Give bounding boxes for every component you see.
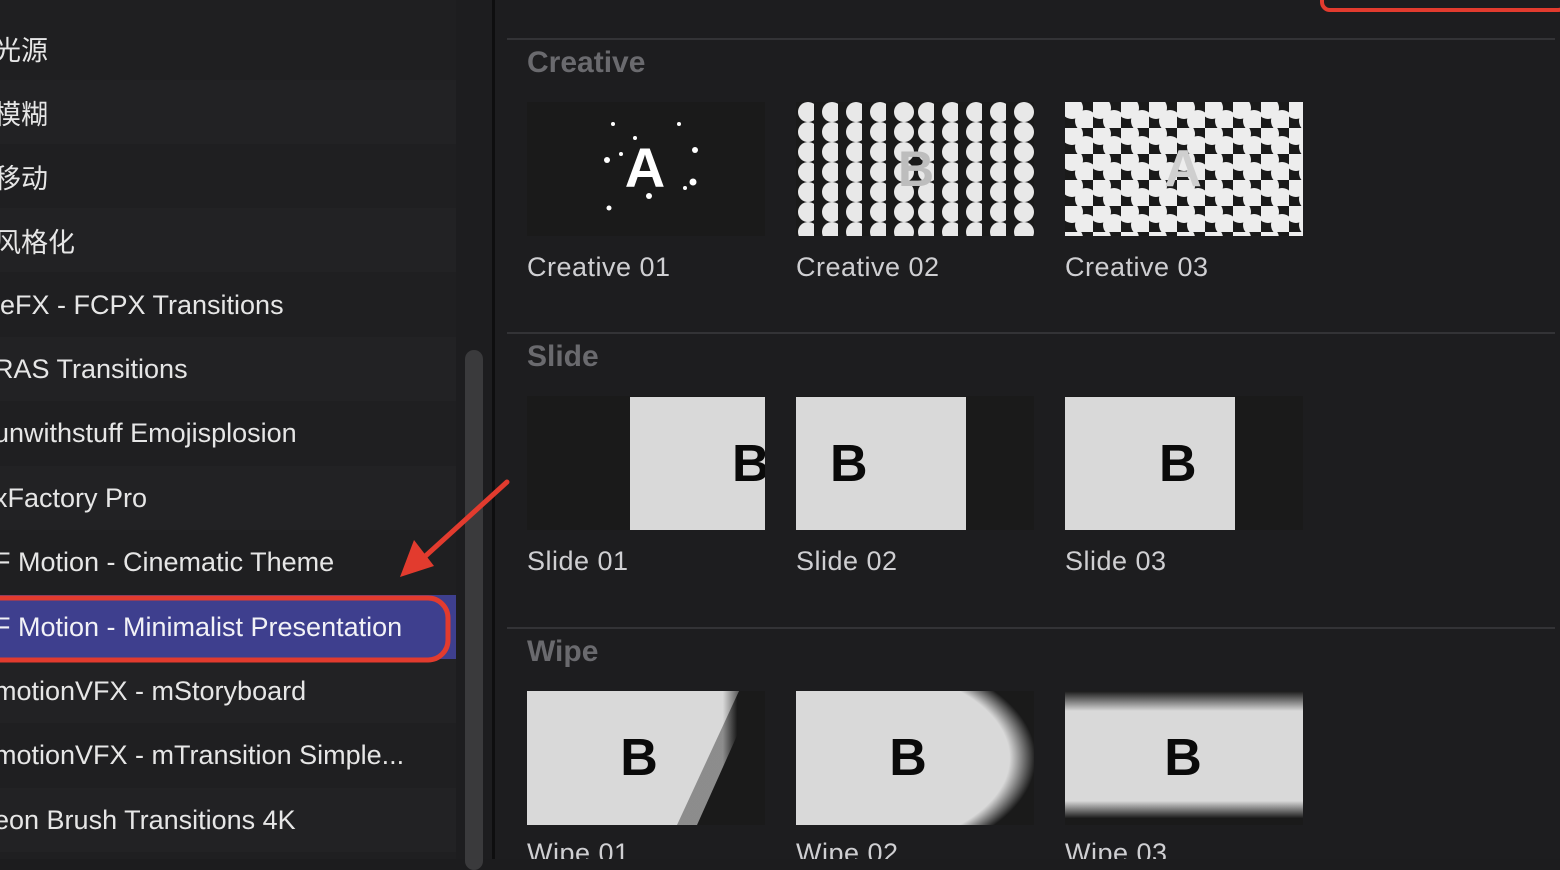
section-title-slide: Slide — [527, 340, 599, 373]
sidebar-item-label: F Motion - Minimalist Presentation — [0, 611, 403, 642]
thumb-glyph: B — [1164, 729, 1202, 787]
sidebar-item-xfactory-pro[interactable]: xFactory Pro — [0, 466, 456, 530]
sidebar-item-emojisplosion[interactable]: unwithstuff Emojisplosion — [0, 401, 456, 465]
thumb-slide-02[interactable]: B — [796, 396, 1034, 530]
transitions-sidebar: 光源 模糊 移动 风格化 leFX - FCPX Transitions RAS… — [0, 0, 456, 859]
thumb-glyph: B — [620, 729, 658, 787]
sidebar-item-label: xFactory Pro — [0, 482, 148, 513]
creative-01-preview: A — [527, 102, 765, 236]
thumb-wipe-03[interactable]: B — [1065, 691, 1303, 825]
thumb-label: Wipe 02 — [796, 838, 899, 859]
thumb-creative-02[interactable]: B — [796, 102, 1034, 236]
thumb-label: Slide 01 — [527, 546, 629, 576]
thumb-label: Creative 01 — [527, 252, 671, 282]
thumb-wipe-02[interactable]: B — [796, 691, 1034, 825]
thumb-label: Wipe 01 — [527, 838, 630, 859]
wipe-01-preview: B — [527, 691, 757, 825]
sidebar-item-fcpx-transitions[interactable]: leFX - FCPX Transitions — [0, 273, 456, 337]
thumb-wipe-01[interactable]: B — [527, 691, 765, 825]
sidebar-item-label: 模糊 — [0, 99, 48, 130]
thumb-glyph: B — [830, 435, 868, 493]
transitions-browser: Creative A Creative 01 B Creative 02 A C… — [495, 0, 1560, 859]
sidebar-item-cinematic-theme[interactable]: F Motion - Cinematic Theme — [0, 530, 456, 594]
sidebar-item-label: motionVFX - mTransition Simple... — [0, 739, 405, 770]
sidebar-item-label: motionVFX - mStoryboard — [0, 675, 307, 706]
thumb-label: Slide 03 — [1065, 546, 1167, 576]
section-divider — [507, 627, 1555, 629]
thumb-label: Creative 02 — [796, 252, 940, 282]
sidebar-item-mtransition-simple[interactable]: motionVFX - mTransition Simple... — [0, 723, 456, 787]
sidebar-item-minimalist-presentation[interactable]: F Motion - Minimalist Presentation — [0, 595, 456, 659]
thumb-glyph: A — [1164, 140, 1202, 198]
annotation-highlight-top — [1320, 0, 1560, 12]
sidebar-item-light[interactable]: 光源 — [0, 16, 456, 80]
thumb-glyph: B — [889, 729, 927, 787]
thumb-glyph: B — [1159, 435, 1197, 493]
sidebar-item-label: F Motion - Cinematic Theme — [0, 546, 335, 577]
section-divider — [507, 38, 1555, 40]
thumb-label: Wipe 03 — [1065, 838, 1168, 859]
sidebar-item-label: 光源 — [0, 35, 48, 66]
sidebar-item-label: RAS Transitions — [0, 353, 188, 384]
creative-03-preview: A — [1065, 102, 1303, 236]
thumb-label: Slide 02 — [796, 546, 898, 576]
creative-02-preview: B — [796, 102, 1034, 236]
thumb-creative-01[interactable]: A — [527, 102, 765, 236]
slide-card — [1065, 397, 1235, 530]
sidebar-scrollbar-thumb[interactable] — [465, 350, 483, 870]
sidebar-item-movement[interactable]: 移动 — [0, 144, 456, 208]
sidebar-item-mstoryboard[interactable]: motionVFX - mStoryboard — [0, 659, 456, 723]
sidebar-item-neon-brush[interactable]: eon Brush Transitions 4K — [0, 788, 456, 852]
thumb-slide-01[interactable]: B — [527, 396, 765, 530]
wipe-02-preview: B — [796, 691, 1034, 825]
sidebar-item-label: leFX - FCPX Transitions — [0, 289, 284, 320]
sidebar-item-label: unwithstuff Emojisplosion — [0, 417, 297, 448]
thumb-slide-03[interactable]: B — [1065, 396, 1303, 530]
slide-card — [796, 397, 966, 530]
wipe-03-preview: B — [1065, 691, 1303, 825]
section-title-creative: Creative — [527, 46, 646, 79]
sidebar-item-label: 移动 — [0, 163, 48, 194]
sidebar-item-blur[interactable]: 模糊 — [0, 80, 456, 144]
thumb-glyph: A — [625, 136, 665, 199]
sidebar-item-label: 风格化 — [0, 227, 75, 258]
sidebar-item-ras-transitions[interactable]: RAS Transitions — [0, 337, 456, 401]
thumb-glyph: B — [732, 435, 765, 493]
sidebar-item-stylize[interactable]: 风格化 — [0, 208, 456, 272]
sidebar-item-label: eon Brush Transitions 4K — [0, 804, 296, 835]
thumb-label: Creative 03 — [1065, 252, 1209, 282]
section-title-wipe: Wipe — [527, 635, 599, 668]
thumb-creative-03[interactable]: A — [1065, 102, 1303, 236]
section-divider — [507, 332, 1555, 334]
thumb-glyph: B — [898, 141, 934, 197]
